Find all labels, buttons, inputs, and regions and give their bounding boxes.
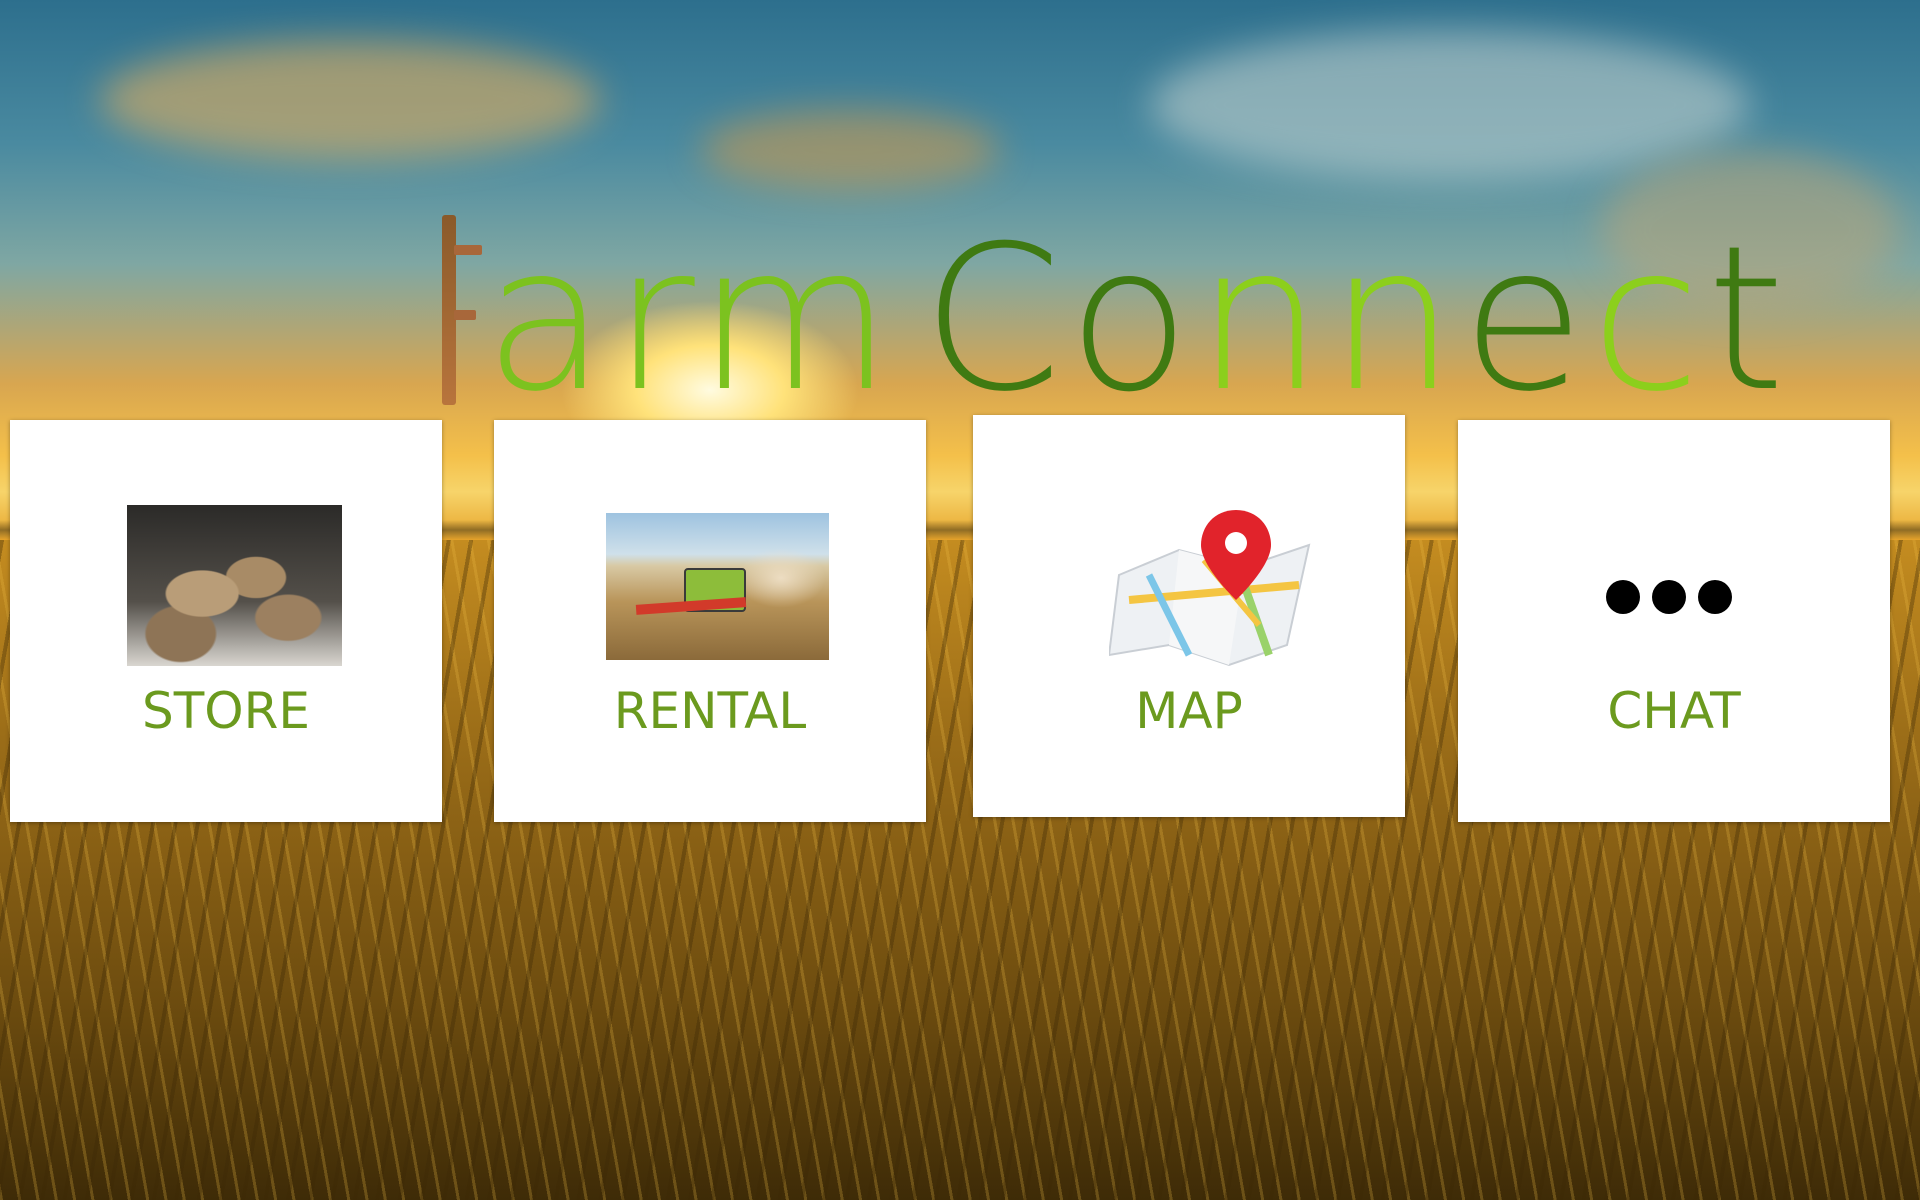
logo-text-nn: nn [1196, 203, 1462, 436]
logo-f-mark [436, 215, 482, 405]
more-dots-icon [1606, 580, 1732, 616]
map-label: MAP [1135, 682, 1243, 740]
cloud [100, 40, 600, 160]
map-pin-icon [1109, 510, 1311, 667]
app-logo: arm Co nn e c t [436, 203, 1792, 436]
rental-label: RENTAL [613, 682, 807, 740]
store-label: STORE [142, 682, 310, 740]
logo-text-c: c [1590, 203, 1707, 436]
map-tile[interactable]: MAP [973, 415, 1405, 817]
cloud [1150, 30, 1750, 180]
logo-text-arm: arm [484, 203, 899, 436]
rental-tile[interactable]: RENTAL [494, 420, 926, 822]
logo-text-co: Co [922, 203, 1197, 436]
logo-text-t: t [1706, 203, 1792, 436]
chat-label: CHAT [1607, 682, 1741, 740]
combine-harvester-photo [606, 513, 829, 660]
logo-text-e: e [1461, 203, 1591, 436]
cloud [700, 110, 1000, 190]
bread-basket-photo [127, 505, 342, 666]
store-tile[interactable]: STORE [10, 420, 442, 822]
chat-tile[interactable]: CHAT [1458, 420, 1890, 822]
